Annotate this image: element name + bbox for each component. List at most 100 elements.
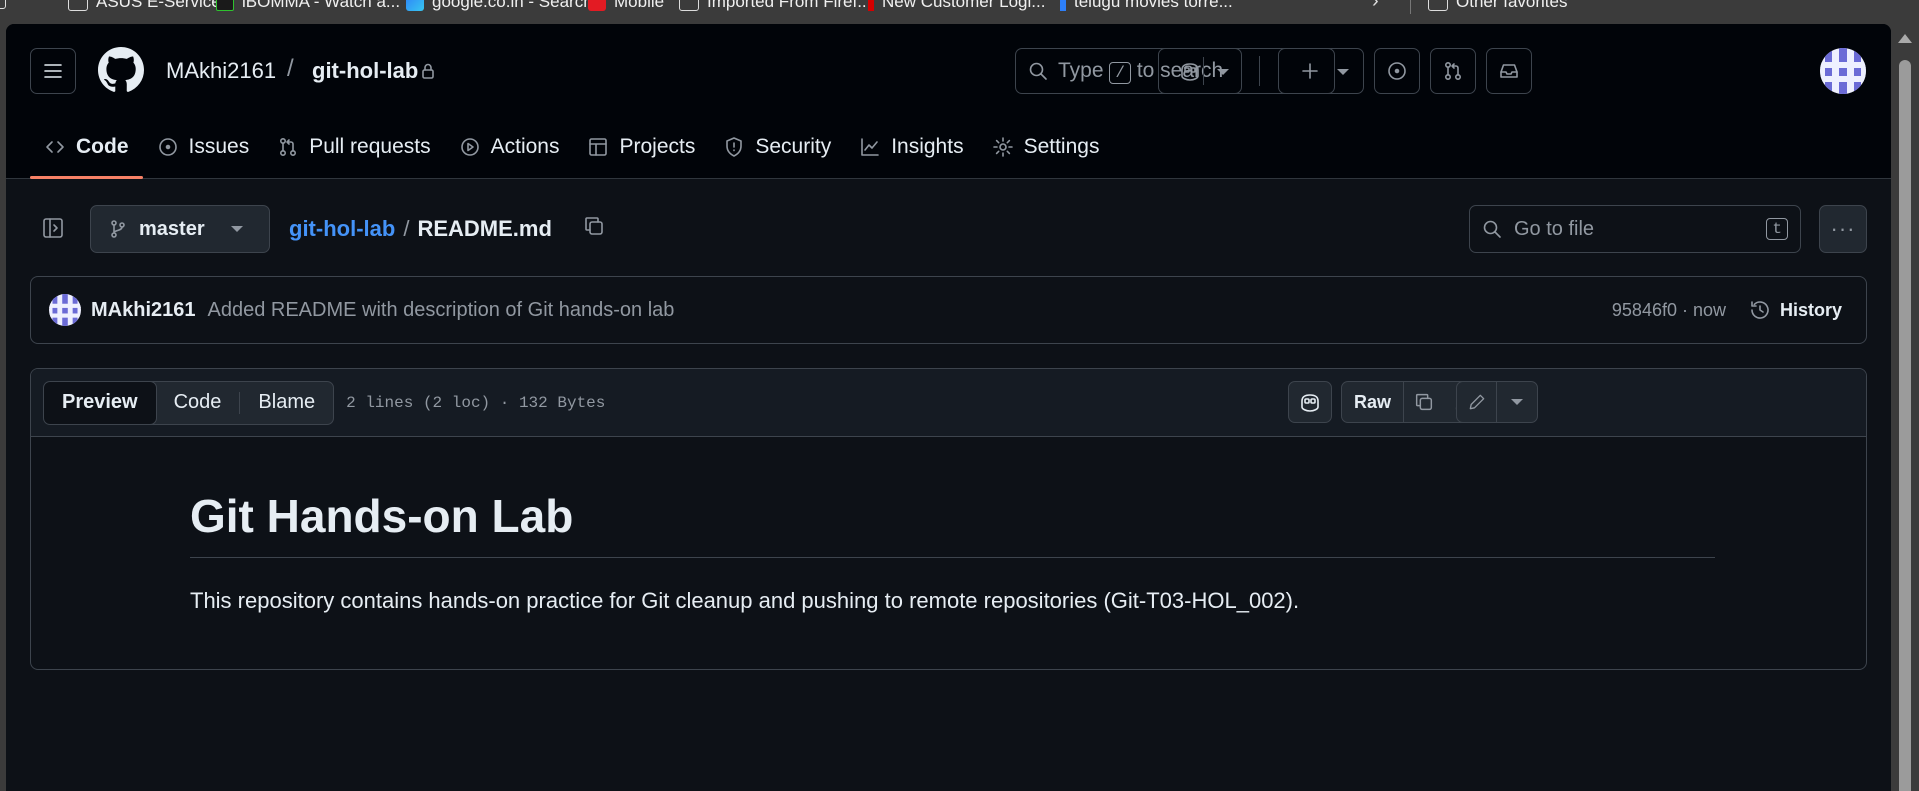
github-header: MAkhi2161 / git-hol-lab Type / to search [6,24,1891,179]
readme-paragraph: This repository contains hands-on practi… [190,588,1300,613]
copilot-ask-button[interactable] [1288,381,1332,423]
copy-raw-button[interactable] [1404,382,1444,422]
edit-file-button[interactable] [1457,382,1497,422]
divider [1410,0,1411,14]
bookmark-label: iBOMMA - Watch a... [242,0,401,11]
commit-author-avatar[interactable] [49,294,81,326]
gear-icon [992,137,1013,157]
menu-button[interactable] [30,48,76,94]
file-path-breadcrumb: git-hol-lab / README.md [289,216,552,242]
view-mode-toggle: Preview Code Blame [43,380,335,425]
bookmark-label: Imported From Firef... [707,0,872,11]
tab-actions[interactable]: Actions [445,122,574,172]
tab-label: Actions [490,135,560,158]
scroll-up-icon[interactable] [1898,34,1912,43]
tab-security[interactable]: Security [709,122,845,172]
copy-path-button[interactable] [582,214,606,238]
issues-button[interactable] [1374,48,1420,94]
bookmark-label: Mobile [614,0,665,11]
bookmark-item[interactable]: ASUS E-Service [68,0,221,12]
play-icon [460,138,479,156]
chevron-down-icon [1511,399,1523,405]
bookmark-label: telugu movies torre... [1074,0,1233,11]
identicon-avatar [49,294,81,326]
owner-link[interactable]: MAkhi2161 [166,58,276,84]
history-icon [1751,301,1769,319]
kebab-icon: ··· [1830,216,1856,241]
tab-issues[interactable]: Issues [143,122,264,172]
pull-request-icon [280,137,297,157]
bookmark-item[interactable]: New Customer Logi... [868,0,1045,12]
create-new-button[interactable] [1278,48,1364,94]
chevron-right-icon[interactable]: › [1372,0,1379,13]
copilot-button[interactable] [1158,48,1242,94]
github-logo[interactable] [98,47,144,93]
raw-button[interactable]: Raw [1342,382,1405,422]
go-to-file-placeholder: Go to file [1514,217,1595,240]
tab-label: Insights [891,135,964,158]
repo-link[interactable]: git-hol-lab [312,58,418,84]
issue-icon [158,138,177,156]
commit-sha-time[interactable]: 95846f0 · now [1612,300,1726,321]
inbox-button[interactable] [1486,48,1532,94]
window-scrollbar[interactable] [1891,24,1919,791]
bookmark-item[interactable]: Other favorites [1428,0,1568,12]
latest-commit-bar: MAkhi2161 Added README with description … [30,276,1867,344]
bing-icon [406,0,424,11]
pull-requests-button[interactable] [1430,48,1476,94]
sidebar-toggle-button[interactable] [41,216,65,240]
bookmark-item[interactable]: iBOMMA - Watch a... [216,0,400,12]
commit-message-link[interactable]: Added README with description of Git han… [208,299,675,322]
copilot-icon [1301,394,1319,412]
code-view-button[interactable]: Code [156,382,240,424]
readme-heading: Git Hands-on Lab [190,489,1715,558]
folder-icon [0,0,6,9]
issue-icon [1388,62,1406,80]
tab-pull-requests[interactable]: Pull requests [263,122,444,172]
hamburger-icon [44,64,62,78]
bookmark-label: Other favorites [1456,0,1568,11]
scrollbar-thumb[interactable] [1899,60,1911,791]
code-icon [46,141,64,153]
chevron-down-icon [1337,69,1349,75]
bookmark-label: google.co.in - Search [432,0,593,11]
bookmark-item[interactable]: telugu movies torre... [1060,0,1233,12]
lock-icon [420,62,436,80]
browser-window: MAkhi2161 / git-hol-lab Type / to search [6,24,1891,791]
red-icon [868,0,874,11]
repo-tabs: Code Issues Pull requests Actions Projec… [30,122,1113,179]
tab-code[interactable]: Code [30,122,143,179]
tab-insights[interactable]: Insights [845,122,977,172]
file-viewer-header: Preview Code Blame 2 lines (2 loc) · 132… [31,369,1866,437]
copy-icon [1415,393,1433,411]
tab-label: Code [76,135,129,158]
history-label: History [1779,299,1842,320]
bookmark-item[interactable]: Mobile [588,0,664,12]
tab-projects[interactable]: Projects [573,122,709,172]
search-prefix: Type [1058,58,1104,82]
blame-button[interactable]: Blame [240,382,333,424]
branch-selector[interactable]: master [90,205,270,253]
bookmark-item[interactable]: Imported From Firef... [679,0,871,12]
edit-dropdown-button[interactable] [1497,382,1537,422]
copilot-icon [1181,63,1199,81]
path-repo-link[interactable]: git-hol-lab [289,216,395,242]
user-avatar[interactable] [1820,48,1866,94]
tab-label: Security [755,135,832,158]
history-button[interactable]: History [1748,298,1842,322]
ibomma-icon [216,0,234,11]
go-to-file-input[interactable]: Go to file t [1469,205,1801,253]
folder-icon [68,0,88,11]
git-branch-icon [111,220,125,238]
folder-icon [679,0,699,11]
tab-settings[interactable]: Settings [978,122,1114,172]
search-icon [1029,62,1047,80]
bookmark-menu[interactable] [0,0,6,9]
tab-label: Pull requests [309,135,431,158]
bookmark-item[interactable]: google.co.in - Search [406,0,593,12]
plus-icon [1302,63,1318,79]
commit-author-link[interactable]: MAkhi2161 [91,299,196,322]
preview-button[interactable]: Preview [44,381,157,424]
pencil-icon [1469,394,1484,410]
more-options-button[interactable]: ··· [1819,205,1867,253]
